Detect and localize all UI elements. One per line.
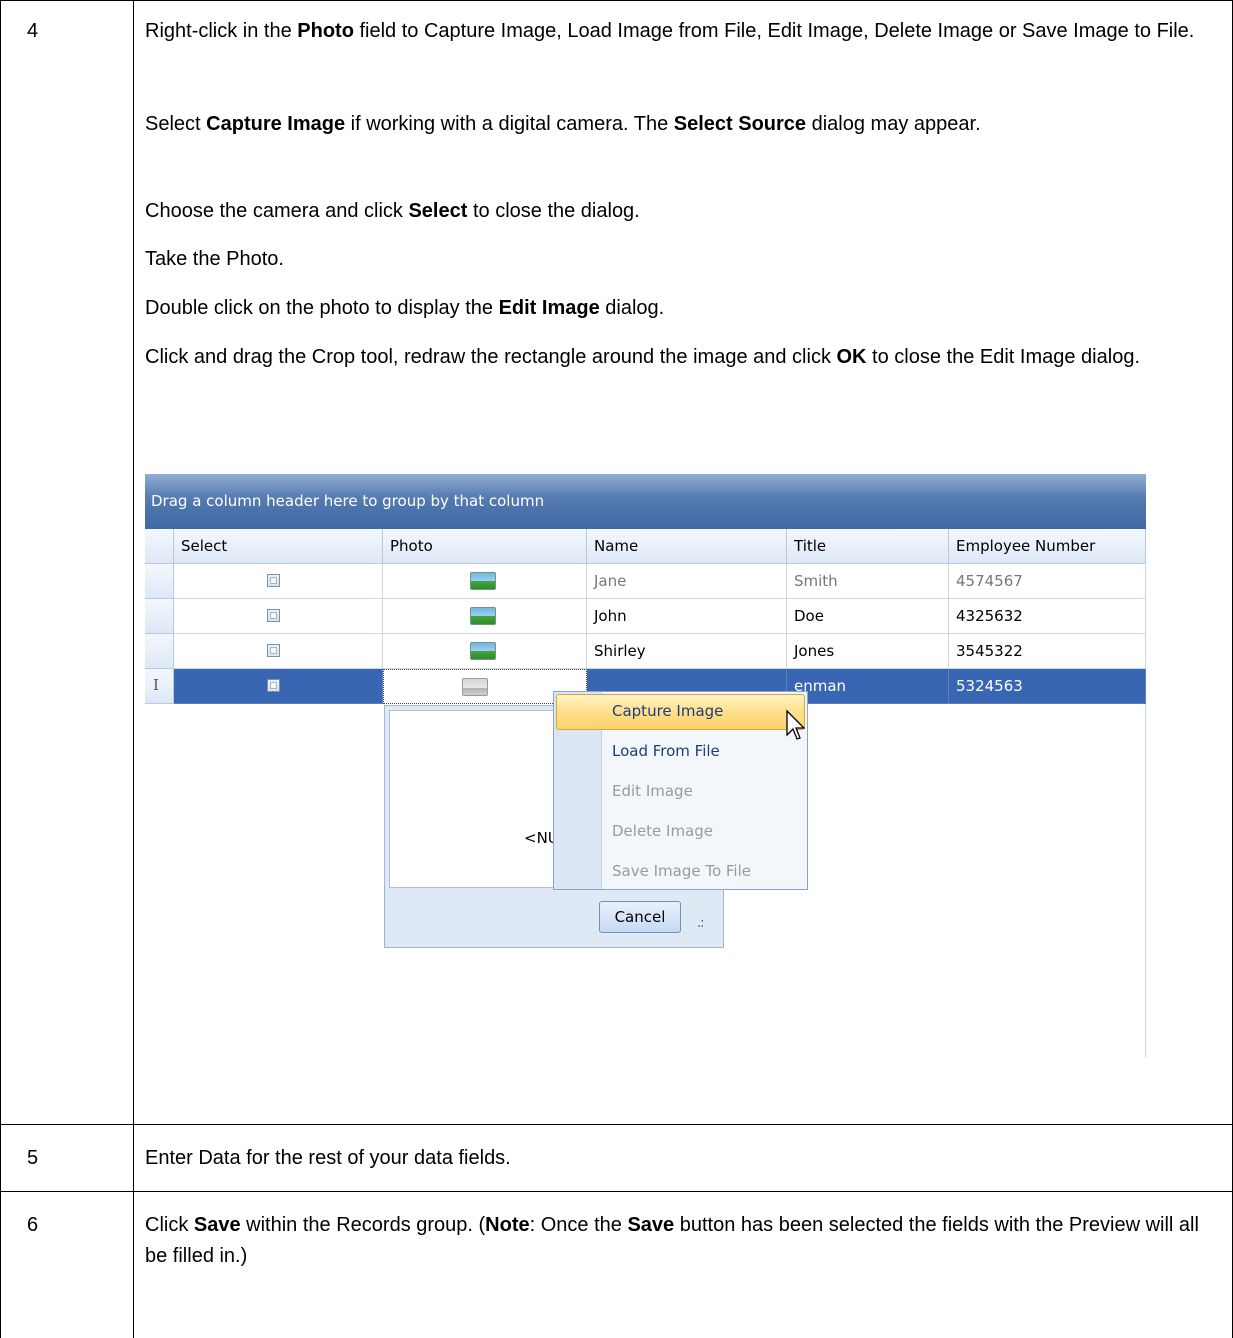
column-header-name[interactable]: Name: [587, 529, 787, 564]
photo-thumbnail-icon: [470, 607, 496, 625]
step-paragraph: Double click on the photo to display the…: [145, 297, 665, 319]
employee-number-cell[interactable]: 5324563: [949, 669, 1146, 704]
bold-term: Save: [193, 1214, 241, 1236]
menu-item-edit-image[interactable]: Edit Image: [612, 782, 693, 800]
table-column-divider: [133, 0, 134, 1338]
group-by-panel[interactable]: Drag a column header here to group by th…: [145, 474, 1146, 529]
select-cell[interactable]: [174, 599, 383, 634]
step-paragraph: Choose the camera and click Select to cl…: [145, 200, 640, 222]
title-cell[interactable]: enman: [787, 669, 949, 704]
grid-screenshot: Drag a column header here to group by th…: [145, 474, 1148, 1058]
bold-term: Photo: [297, 20, 354, 42]
table-left-border: [0, 0, 1, 1338]
photo-thumbnail-icon: [470, 642, 496, 660]
empty-photo-icon: [462, 678, 488, 696]
employee-number-cell[interactable]: 4325632: [949, 599, 1146, 634]
step-number: 6: [27, 1214, 39, 1236]
bold-term: Edit Image: [498, 297, 600, 319]
column-header-title[interactable]: Title: [787, 529, 949, 564]
column-header-photo[interactable]: Photo: [383, 529, 587, 564]
text-cursor-icon: I: [153, 676, 159, 694]
group-panel-text: Drag a column header here to group by th…: [151, 492, 545, 510]
checkbox[interactable]: [267, 679, 280, 692]
employee-number-cell[interactable]: 4574567: [949, 564, 1146, 599]
column-header-employee-number[interactable]: Employee Number: [949, 529, 1146, 564]
mouse-pointer-icon: [786, 709, 805, 740]
step-paragraph: Click Save within the Records group. (No…: [145, 1214, 1199, 1267]
row-indicator[interactable]: [145, 564, 174, 599]
row-indicator[interactable]: I: [145, 669, 174, 704]
select-cell[interactable]: [174, 634, 383, 669]
photo-thumbnail-icon: [470, 572, 496, 590]
name-cell[interactable]: Jane: [587, 564, 787, 599]
photo-cell[interactable]: [383, 634, 587, 669]
photo-cell[interactable]: [383, 599, 587, 634]
resize-grip-icon[interactable]: .:: [697, 916, 704, 931]
bold-term: OK: [836, 346, 867, 368]
cancel-button[interactable]: Cancel: [599, 901, 681, 933]
row-indicator[interactable]: [145, 599, 174, 634]
row-indicator[interactable]: [145, 634, 174, 669]
bold-term: Note: [485, 1214, 530, 1236]
title-cell[interactable]: Jones: [787, 634, 949, 669]
title-cell[interactable]: Doe: [787, 599, 949, 634]
select-cell[interactable]: [174, 669, 383, 704]
title-cell[interactable]: Smith: [787, 564, 949, 599]
step-paragraph: Right-click in the Photo field to Captur…: [145, 20, 1195, 42]
employee-number-cell[interactable]: 3545322: [949, 634, 1146, 669]
bold-term: Select Source: [673, 113, 807, 135]
photo-cell[interactable]: [383, 564, 587, 599]
name-cell[interactable]: Shirley: [587, 634, 787, 669]
checkbox[interactable]: [267, 574, 280, 587]
row-divider-5-6: [0, 1191, 1233, 1192]
step-paragraph: Take the Photo.: [145, 248, 284, 270]
step-number: 4: [27, 20, 39, 42]
menu-item-delete-image[interactable]: Delete Image: [612, 822, 713, 840]
checkbox[interactable]: [267, 644, 280, 657]
menu-item-load-from-file[interactable]: Load From File: [612, 742, 720, 760]
row-divider-4-5: [0, 1124, 1233, 1125]
menu-item-capture-image[interactable]: Capture Image: [612, 702, 723, 720]
step-paragraph: Select Capture Image if working with a d…: [145, 113, 981, 135]
step-paragraph: Click and drag the Crop tool, redraw the…: [145, 346, 1140, 368]
column-header-select[interactable]: Select: [174, 529, 383, 564]
step-number: 5: [27, 1147, 39, 1169]
menu-item-save-image-to-file[interactable]: Save Image To File: [612, 862, 751, 880]
step-paragraph: Enter Data for the rest of your data fie…: [145, 1147, 511, 1169]
column-header-indicator: [145, 529, 174, 564]
bold-term: Save: [627, 1214, 675, 1236]
bold-term: Capture Image: [206, 113, 346, 135]
table-top-border: [0, 0, 1233, 1]
name-cell[interactable]: John: [587, 599, 787, 634]
bold-term: Select: [408, 200, 468, 222]
select-cell[interactable]: [174, 564, 383, 599]
context-menu: Capture Image Load From File Edit Image …: [553, 691, 808, 890]
checkbox[interactable]: [267, 609, 280, 622]
